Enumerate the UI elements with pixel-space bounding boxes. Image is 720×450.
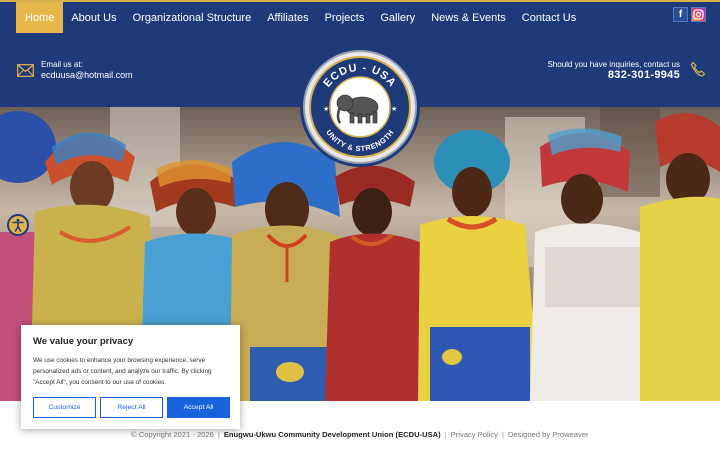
instagram-icon[interactable] (691, 7, 706, 22)
svg-text:★: ★ (391, 105, 397, 113)
nav-item-gallery[interactable]: Gallery (372, 2, 423, 33)
cookie-consent-dialog: We value your privacy We use cookies to … (21, 325, 240, 429)
envelope-icon (17, 64, 34, 82)
copyright-text: © Copyright 2021 - 2026 (131, 430, 214, 439)
nav-item-about-us[interactable]: About Us (63, 2, 124, 33)
phone-icon (690, 61, 706, 82)
svg-text:★: ★ (323, 105, 329, 113)
nav-item-projects[interactable]: Projects (317, 2, 373, 33)
cookie-message: We use cookies to enhance your browsing … (33, 357, 212, 386)
footer-line: © Copyright 2021 - 2026 | Enugwu-Ukwu Comm… (131, 430, 589, 439)
nav-item-affiliates[interactable]: Affiliates (259, 2, 316, 33)
nav-item-organizational-structure[interactable]: Organizational Structure (125, 2, 260, 33)
nav-item-home[interactable]: Home (16, 2, 64, 33)
customize-button[interactable]: Customize (33, 397, 96, 418)
privacy-policy-link[interactable]: Privacy Policy (451, 430, 498, 439)
accept-all-button[interactable]: Accept All (167, 397, 230, 418)
accessibility-icon[interactable] (7, 214, 29, 236)
org-name: Enugwu-Ukwu Community Development Union … (223, 430, 441, 439)
nav-item-news-events[interactable]: News & Events (423, 2, 514, 33)
facebook-icon[interactable]: f (673, 7, 688, 22)
phone-link[interactable]: 832-301-9945 (608, 69, 680, 81)
nav-item-contact-us[interactable]: Contact Us (514, 2, 584, 33)
inquiry-label: Should you have inquiries, contact us (547, 60, 680, 69)
nav-menu: Home About Us Organizational Structure A… (0, 2, 584, 33)
top-navigation: Home About Us Organizational Structure A… (0, 0, 720, 33)
cookie-buttons: Customize Reject All Accept All (33, 397, 230, 418)
reject-all-button[interactable]: Reject All (100, 397, 163, 418)
designed-by-link[interactable]: Designed by Proweaver (508, 430, 589, 439)
email-label: Email us at: (41, 60, 83, 69)
cookie-title: We value your privacy (33, 336, 134, 347)
email-link[interactable]: ecduusa@hotmail.com (41, 70, 133, 80)
social-links: f (673, 7, 706, 22)
ecdu-logo[interactable]: ECDU - USA UNITY & STRENGTH ★ ★ (298, 45, 422, 169)
